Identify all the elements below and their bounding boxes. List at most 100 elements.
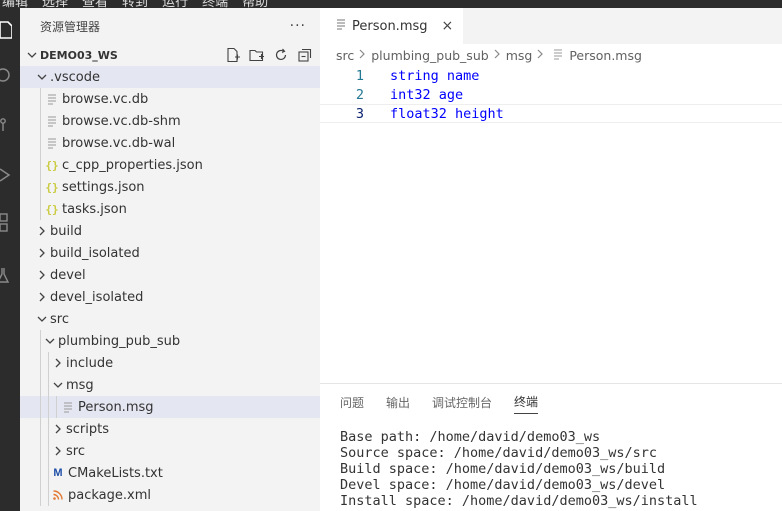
file-lines-icon [44, 138, 60, 149]
tree-item-label: plumbing_pub_sub [58, 333, 181, 349]
tree-item-label: devel [50, 267, 86, 283]
json-icon: {} [45, 158, 59, 172]
new-folder-icon[interactable] [248, 47, 266, 63]
tree-item-label: tasks.json [62, 201, 127, 217]
tree-item-label: scripts [66, 421, 109, 437]
explorer-title: 资源管理器 [40, 19, 101, 34]
more-actions-icon[interactable]: ··· [290, 18, 306, 34]
tab-person-msg[interactable]: Person.msg × [320, 8, 464, 44]
menu-terminal[interactable]: 终端 [200, 0, 230, 8]
breadcrumb-item[interactable]: msg [506, 48, 533, 63]
source-control-icon[interactable] [0, 114, 20, 138]
tree-folder-scripts[interactable]: scripts [20, 418, 320, 440]
tree-folder-devel-isolated[interactable]: devel_isolated [20, 286, 320, 308]
tree-item-label: settings.json [62, 179, 145, 195]
workspace-header[interactable]: DEMO03_WS [20, 44, 320, 66]
new-file-icon[interactable] [224, 47, 242, 63]
code-editor[interactable]: 1 string name 2 int32 age 3 float32 heig… [320, 66, 782, 123]
tree-folder-vscode[interactable]: .vscode [20, 66, 320, 88]
tree-file-cmakelists[interactable]: M CMakeLists.txt [20, 462, 320, 484]
tree-item-label: browse.vc.db-wal [62, 135, 176, 151]
tree-file-browse-vc-db-wal[interactable]: browse.vc.db-wal [20, 132, 320, 154]
file-lines-icon [60, 402, 76, 413]
breadcrumb-item[interactable]: Person.msg [569, 48, 642, 63]
tree-file-browse-vc-db-shm[interactable]: browse.vc.db-shm [20, 110, 320, 132]
run-debug-icon[interactable] [0, 163, 20, 187]
menu-help[interactable]: 帮助 [240, 0, 270, 8]
tree-item-label: .vscode [50, 69, 100, 85]
tree-item-label: src [66, 443, 85, 459]
refresh-icon[interactable] [272, 47, 290, 63]
tree-file-browse-vc-db[interactable]: browse.vc.db [20, 88, 320, 110]
tab-debug-console[interactable]: 调试控制台 [432, 390, 492, 414]
search-icon[interactable] [0, 64, 20, 88]
tree-file-settings-json[interactable]: {} settings.json [20, 176, 320, 198]
explorer-icon[interactable] [0, 18, 20, 42]
tree-item-label: msg [66, 377, 94, 393]
menu-edit[interactable]: 编辑 [0, 0, 30, 8]
collapse-all-icon[interactable] [296, 47, 314, 63]
editor-tabs: Person.msg × [320, 8, 782, 44]
menu-view[interactable]: 查看 [80, 0, 110, 8]
chevron-right-icon [494, 48, 501, 62]
line-text: int32 age [390, 86, 464, 103]
json-icon: {} [45, 180, 59, 194]
menu-selection[interactable]: 选择 [40, 0, 70, 8]
breadcrumb-item[interactable]: plumbing_pub_sub [371, 48, 488, 63]
testing-icon[interactable] [0, 264, 20, 288]
tree-file-person-msg[interactable]: Person.msg [20, 396, 320, 418]
file-tree: .vscode browse.vc.db browse.vc.db-shm br… [20, 66, 320, 506]
chevron-right-icon [537, 48, 544, 62]
code-line[interactable]: 2 int32 age [320, 85, 782, 104]
panel-tabs: 问题 输出 调试控制台 终端 [320, 384, 782, 420]
line-number: 3 [355, 105, 364, 122]
tree-folder-include[interactable]: include [20, 352, 320, 374]
tree-file-tasks-json[interactable]: {} tasks.json [20, 198, 320, 220]
explorer-header: 资源管理器 ··· [20, 8, 320, 44]
tab-label: Person.msg [352, 18, 428, 34]
chevron-down-icon [24, 50, 40, 60]
tree-item-label: browse.vc.db-shm [62, 113, 181, 129]
tab-problems[interactable]: 问题 [340, 390, 364, 414]
tree-item-label: build_isolated [50, 245, 140, 261]
extensions-icon[interactable] [0, 212, 20, 236]
tree-folder-src[interactable]: src [20, 308, 320, 330]
menu-bar: 编辑 选择 查看 转到 运行 终端 帮助 [0, 0, 782, 8]
terminal-line: Source space: /home/david/demo03_ws/src [340, 445, 657, 461]
tree-folder-devel[interactable]: devel [20, 264, 320, 286]
tree-folder-build-isolated[interactable]: build_isolated [20, 242, 320, 264]
tree-folder-pkg-src[interactable]: src [20, 440, 320, 462]
code-line-current[interactable]: 3 float32 height [320, 104, 782, 123]
terminal-output[interactable]: Base path: /home/david/demo03_ws Source … [320, 420, 782, 509]
tree-file-c-cpp-properties[interactable]: {} c_cpp_properties.json [20, 154, 320, 176]
tree-folder-build[interactable]: build [20, 220, 320, 242]
tree-item-label: browse.vc.db [62, 91, 149, 107]
chevron-down-icon [42, 336, 58, 346]
json-icon: {} [45, 202, 59, 216]
terminal-line: Devel space: /home/david/demo03_ws/devel [340, 477, 666, 493]
editor-area: Person.msg × src plumbing_pub_sub msg Pe… [320, 8, 782, 383]
tree-item-label: package.xml [68, 487, 151, 503]
close-icon[interactable]: × [442, 18, 454, 34]
chevron-right-icon [34, 226, 50, 236]
chevron-right-icon [34, 292, 50, 302]
file-lines-icon [44, 94, 60, 105]
tree-item-label: build [50, 223, 82, 239]
file-lines-icon [336, 19, 346, 34]
tree-file-package-xml[interactable]: package.xml [20, 484, 320, 506]
terminal-line: Base path: /home/david/demo03_ws [340, 429, 601, 445]
menu-run[interactable]: 运行 [160, 0, 190, 8]
code-line[interactable]: 1 string name [320, 66, 782, 85]
menu-go[interactable]: 转到 [120, 0, 150, 8]
tree-folder-msg[interactable]: msg [20, 374, 320, 396]
tab-output[interactable]: 输出 [386, 390, 410, 414]
line-number: 2 [355, 86, 364, 103]
chevron-right-icon [34, 270, 50, 280]
cmake-icon: M [53, 467, 63, 479]
tab-terminal[interactable]: 终端 [514, 390, 539, 414]
breadcrumb-item[interactable]: src [336, 48, 354, 63]
tree-folder-plumbing-pub-sub[interactable]: plumbing_pub_sub [20, 330, 320, 352]
tree-item-label: devel_isolated [50, 289, 144, 305]
tree-item-label: src [50, 311, 69, 327]
chevron-down-icon [34, 314, 50, 324]
